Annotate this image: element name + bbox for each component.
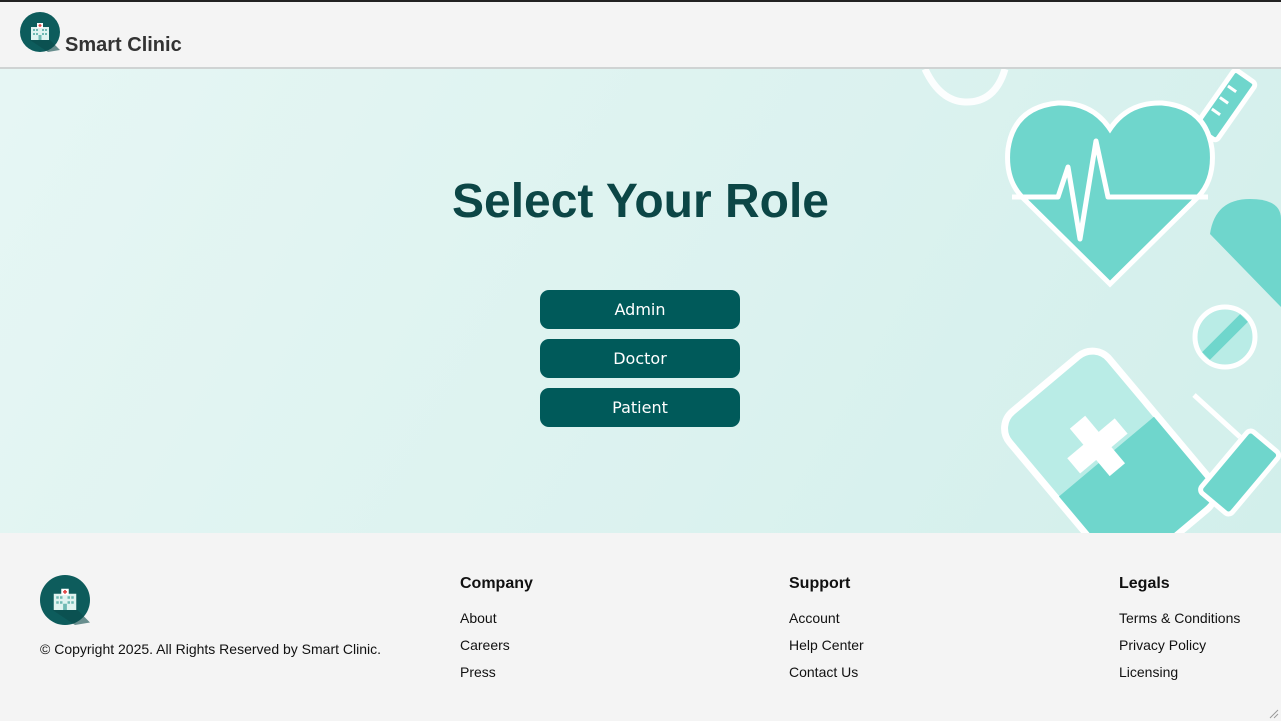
footer-link-press[interactable]: Press — [460, 664, 533, 680]
footer-link-careers[interactable]: Careers — [460, 637, 533, 653]
footer-link-licensing[interactable]: Licensing — [1119, 664, 1240, 680]
footer-link-privacy-policy[interactable]: Privacy Policy — [1119, 637, 1240, 653]
footer-column-legals: Legals Terms & Conditions Privacy Policy… — [1119, 575, 1240, 691]
page-title: Select Your Role — [451, 175, 829, 228]
resize-handle-icon[interactable] — [1267, 707, 1279, 719]
footer-column-support: Support Account Help Center Contact Us — [789, 575, 864, 691]
footer-link-about[interactable]: About — [460, 610, 533, 626]
footer-heading: Support — [789, 575, 851, 592]
footer-heading: Company — [460, 575, 533, 592]
hospital-icon[interactable] — [20, 12, 60, 52]
role-selection-hero: Select Your Role Admin Doctor Patient — [0, 69, 1281, 533]
doctor-role-button[interactable]: Doctor — [540, 339, 740, 378]
admin-role-button[interactable]: Admin — [540, 290, 740, 329]
footer-link-contact-us[interactable]: Contact Us — [789, 664, 864, 680]
site-footer: © Copyright 2025. All Rights Reserved by… — [0, 533, 1281, 721]
brand-name[interactable]: Smart Clinic — [65, 34, 182, 57]
copyright-text: © Copyright 2025. All Rights Reserved by… — [40, 641, 382, 657]
patient-role-button[interactable]: Patient — [540, 388, 740, 427]
footer-column-company: Company About Careers Press — [460, 575, 533, 691]
footer-link-terms[interactable]: Terms & Conditions — [1119, 610, 1240, 626]
footer-hospital-icon — [40, 575, 90, 625]
footer-link-help-center[interactable]: Help Center — [789, 637, 864, 653]
footer-heading: Legals — [1119, 575, 1170, 592]
site-header: Smart Clinic — [0, 2, 1281, 69]
footer-link-account[interactable]: Account — [789, 610, 864, 626]
